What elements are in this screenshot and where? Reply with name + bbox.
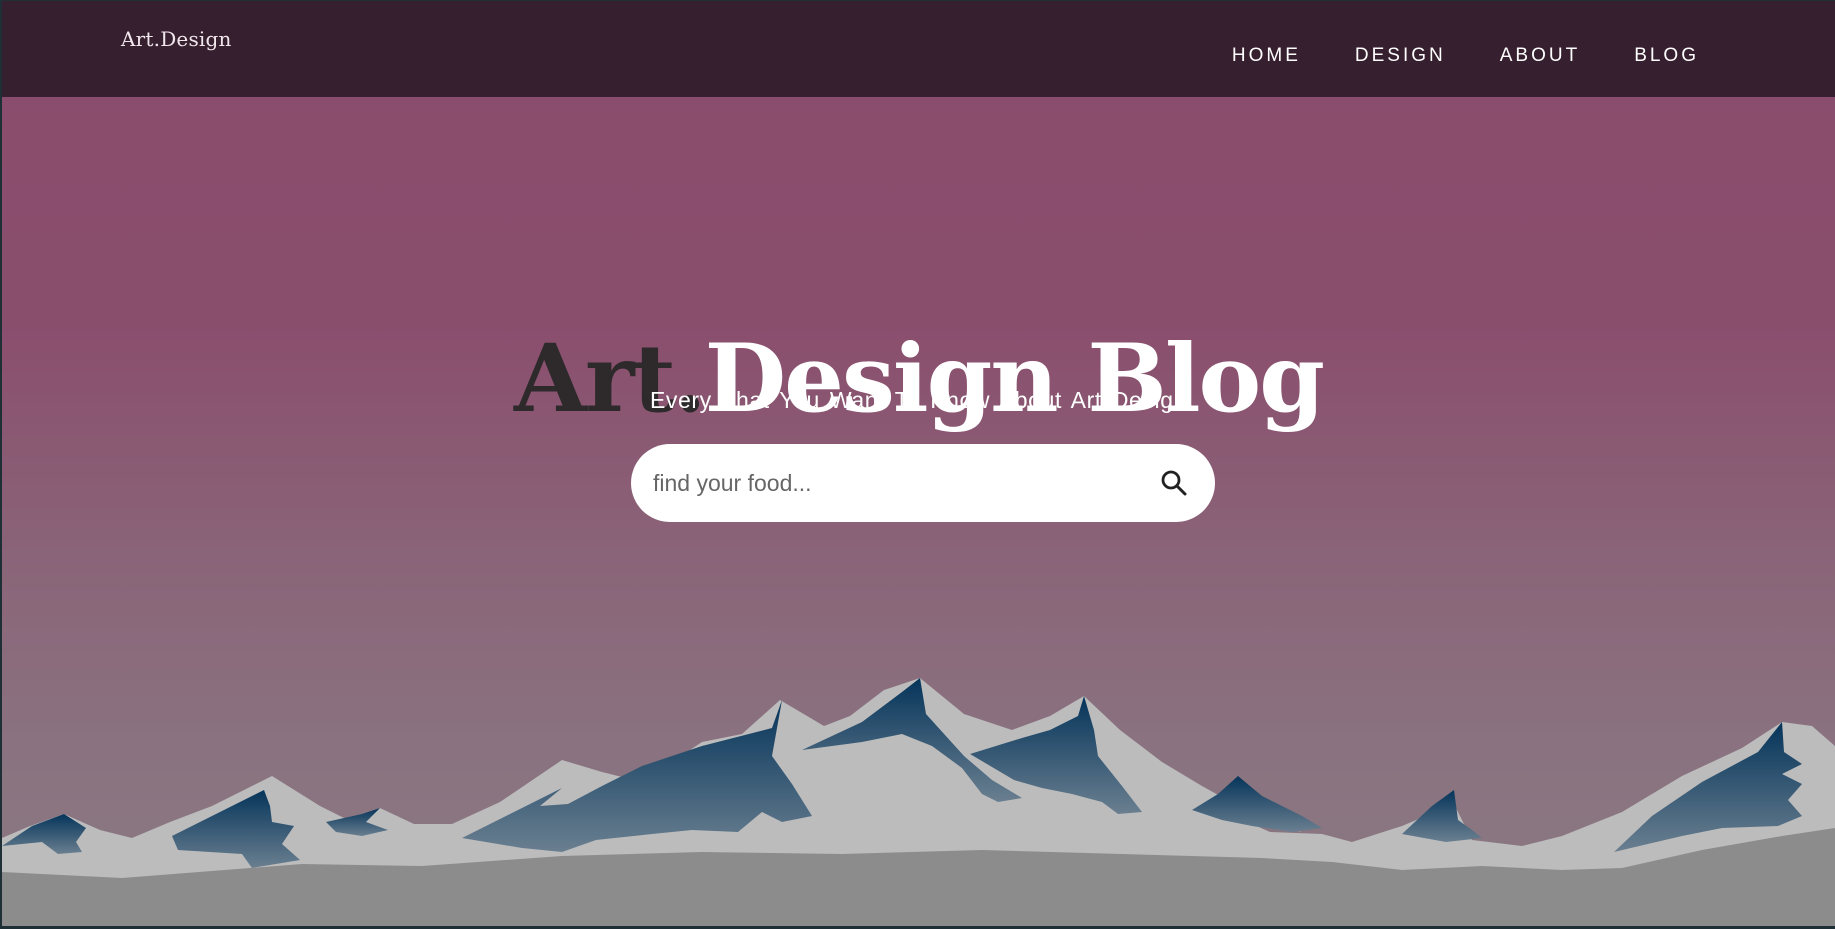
- nav-link-design[interactable]: DESIGN: [1355, 45, 1446, 67]
- hero-title-dark: Art.: [514, 323, 707, 434]
- navbar: Art.Design HOME DESIGN ABOUT BLOG: [2, 1, 1835, 97]
- nav-link-about[interactable]: ABOUT: [1500, 45, 1580, 67]
- hero-subtitle: Every That You Want To Know About Art De…: [649, 387, 1188, 413]
- page: Art.Design HOME DESIGN ABOUT BLOG Art.De…: [2, 1, 1835, 926]
- main-nav: HOME DESIGN ABOUT BLOG: [1178, 45, 1699, 67]
- site-logo[interactable]: Art.Design: [121, 27, 232, 51]
- search-icon: [1161, 470, 1187, 496]
- nav-link-blog[interactable]: BLOG: [1634, 45, 1699, 67]
- hero-title-light: Design Blog: [704, 323, 1325, 434]
- mountain-shadow-8: [1402, 790, 1482, 842]
- search-box: [631, 444, 1215, 522]
- nav-link-home[interactable]: HOME: [1232, 45, 1301, 67]
- mountain-range-illustration: [2, 678, 1835, 926]
- search-input[interactable]: [651, 444, 1131, 522]
- search-button[interactable]: [1159, 468, 1189, 498]
